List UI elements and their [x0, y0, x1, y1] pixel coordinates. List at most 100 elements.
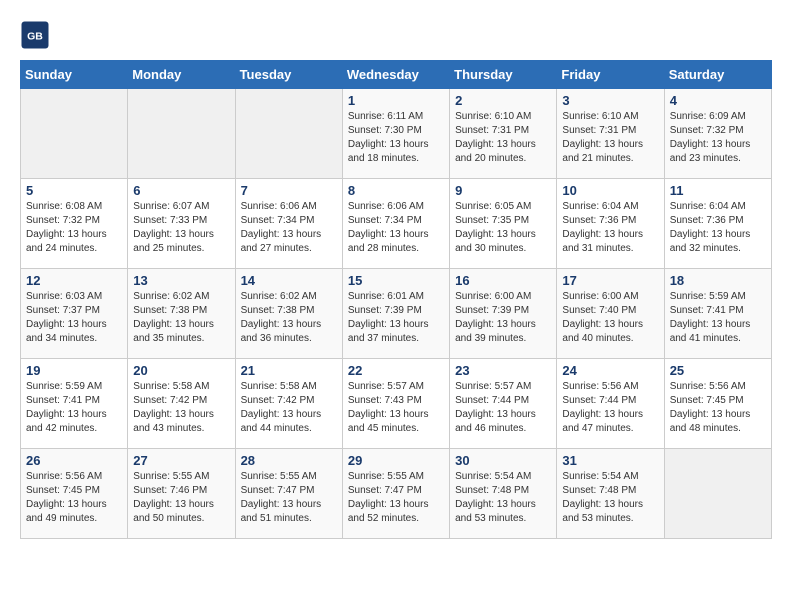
day-number: 8 — [348, 183, 444, 198]
calendar-cell: 29 Sunrise: 5:55 AM Sunset: 7:47 PM Dayli… — [342, 449, 449, 539]
day-number: 18 — [670, 273, 766, 288]
day-info: Sunrise: 5:57 AM Sunset: 7:43 PM Dayligh… — [348, 380, 444, 436]
day-number: 7 — [241, 183, 337, 198]
day-number: 4 — [670, 93, 766, 108]
day-number: 5 — [26, 183, 122, 198]
calendar-week-row: 12 Sunrise: 6:03 AM Sunset: 7:37 PM Dayli… — [21, 269, 772, 359]
day-info: Sunrise: 5:55 AM Sunset: 7:47 PM Dayligh… — [241, 470, 337, 526]
weekday-header: Friday — [557, 61, 664, 89]
day-number: 20 — [133, 363, 229, 378]
day-info: Sunrise: 6:10 AM Sunset: 7:31 PM Dayligh… — [562, 110, 658, 166]
page-header: GB — [20, 20, 772, 50]
calendar-cell: 13 Sunrise: 6:02 AM Sunset: 7:38 PM Dayli… — [128, 269, 235, 359]
calendar-cell: 10 Sunrise: 6:04 AM Sunset: 7:36 PM Dayli… — [557, 179, 664, 269]
calendar-cell: 22 Sunrise: 5:57 AM Sunset: 7:43 PM Dayli… — [342, 359, 449, 449]
day-number: 17 — [562, 273, 658, 288]
day-info: Sunrise: 6:05 AM Sunset: 7:35 PM Dayligh… — [455, 200, 551, 256]
day-number: 31 — [562, 453, 658, 468]
calendar-cell: 7 Sunrise: 6:06 AM Sunset: 7:34 PM Daylig… — [235, 179, 342, 269]
day-number: 26 — [26, 453, 122, 468]
day-info: Sunrise: 6:04 AM Sunset: 7:36 PM Dayligh… — [670, 200, 766, 256]
calendar-cell: 25 Sunrise: 5:56 AM Sunset: 7:45 PM Dayli… — [664, 359, 771, 449]
day-number: 21 — [241, 363, 337, 378]
calendar-cell — [235, 89, 342, 179]
day-info: Sunrise: 6:01 AM Sunset: 7:39 PM Dayligh… — [348, 290, 444, 346]
day-number: 6 — [133, 183, 229, 198]
calendar-cell: 24 Sunrise: 5:56 AM Sunset: 7:44 PM Dayli… — [557, 359, 664, 449]
logo-icon: GB — [20, 20, 50, 50]
day-info: Sunrise: 6:04 AM Sunset: 7:36 PM Dayligh… — [562, 200, 658, 256]
day-info: Sunrise: 5:54 AM Sunset: 7:48 PM Dayligh… — [455, 470, 551, 526]
day-info: Sunrise: 5:58 AM Sunset: 7:42 PM Dayligh… — [241, 380, 337, 436]
weekday-header: Thursday — [450, 61, 557, 89]
calendar-cell: 6 Sunrise: 6:07 AM Sunset: 7:33 PM Daylig… — [128, 179, 235, 269]
day-number: 13 — [133, 273, 229, 288]
day-number: 23 — [455, 363, 551, 378]
day-number: 14 — [241, 273, 337, 288]
day-number: 11 — [670, 183, 766, 198]
calendar-week-row: 26 Sunrise: 5:56 AM Sunset: 7:45 PM Dayli… — [21, 449, 772, 539]
calendar-cell: 31 Sunrise: 5:54 AM Sunset: 7:48 PM Dayli… — [557, 449, 664, 539]
day-info: Sunrise: 5:56 AM Sunset: 7:44 PM Dayligh… — [562, 380, 658, 436]
calendar-cell: 23 Sunrise: 5:57 AM Sunset: 7:44 PM Dayli… — [450, 359, 557, 449]
day-number: 16 — [455, 273, 551, 288]
day-number: 2 — [455, 93, 551, 108]
calendar-header-row: SundayMondayTuesdayWednesdayThursdayFrid… — [21, 61, 772, 89]
day-info: Sunrise: 5:56 AM Sunset: 7:45 PM Dayligh… — [26, 470, 122, 526]
calendar-cell — [21, 89, 128, 179]
day-number: 15 — [348, 273, 444, 288]
calendar-week-row: 19Sunrise: 5:59 AM Sunset: 7:41 PM Dayli… — [21, 359, 772, 449]
calendar-cell: 3Sunrise: 6:10 AM Sunset: 7:31 PM Daylig… — [557, 89, 664, 179]
day-info: Sunrise: 6:03 AM Sunset: 7:37 PM Dayligh… — [26, 290, 122, 346]
day-number: 30 — [455, 453, 551, 468]
day-info: Sunrise: 6:02 AM Sunset: 7:38 PM Dayligh… — [241, 290, 337, 346]
day-number: 28 — [241, 453, 337, 468]
day-number: 27 — [133, 453, 229, 468]
weekday-header: Saturday — [664, 61, 771, 89]
day-number: 9 — [455, 183, 551, 198]
calendar-cell: 11 Sunrise: 6:04 AM Sunset: 7:36 PM Dayli… — [664, 179, 771, 269]
day-number: 10 — [562, 183, 658, 198]
day-info: Sunrise: 5:55 AM Sunset: 7:47 PM Dayligh… — [348, 470, 444, 526]
day-info: Sunrise: 6:02 AM Sunset: 7:38 PM Dayligh… — [133, 290, 229, 346]
calendar-cell: 8 Sunrise: 6:06 AM Sunset: 7:34 PM Daylig… — [342, 179, 449, 269]
day-number: 22 — [348, 363, 444, 378]
day-info: Sunrise: 5:58 AM Sunset: 7:42 PM Dayligh… — [133, 380, 229, 436]
weekday-header: Monday — [128, 61, 235, 89]
day-info: Sunrise: 6:06 AM Sunset: 7:34 PM Dayligh… — [241, 200, 337, 256]
calendar-week-row: 5Sunrise: 6:08 AM Sunset: 7:32 PM Daylig… — [21, 179, 772, 269]
day-number: 1 — [348, 93, 444, 108]
calendar-table: SundayMondayTuesdayWednesdayThursdayFrid… — [20, 60, 772, 539]
weekday-header: Wednesday — [342, 61, 449, 89]
calendar-cell — [128, 89, 235, 179]
day-number: 29 — [348, 453, 444, 468]
day-info: Sunrise: 5:57 AM Sunset: 7:44 PM Dayligh… — [455, 380, 551, 436]
svg-text:GB: GB — [27, 31, 43, 43]
calendar-cell: 30 Sunrise: 5:54 AM Sunset: 7:48 PM Dayli… — [450, 449, 557, 539]
day-info: Sunrise: 6:07 AM Sunset: 7:33 PM Dayligh… — [133, 200, 229, 256]
calendar-cell: 2 Sunrise: 6:10 AM Sunset: 7:31 PM Daylig… — [450, 89, 557, 179]
calendar-cell: 26 Sunrise: 5:56 AM Sunset: 7:45 PM Dayli… — [21, 449, 128, 539]
day-info: Sunrise: 5:56 AM Sunset: 7:45 PM Dayligh… — [670, 380, 766, 436]
day-info: Sunrise: 6:06 AM Sunset: 7:34 PM Dayligh… — [348, 200, 444, 256]
calendar-cell: 16 Sunrise: 6:00 AM Sunset: 7:39 PM Dayli… — [450, 269, 557, 359]
day-number: 24 — [562, 363, 658, 378]
day-info: Sunrise: 5:54 AM Sunset: 7:48 PM Dayligh… — [562, 470, 658, 526]
day-info: Sunrise: 6:00 AM Sunset: 7:39 PM Dayligh… — [455, 290, 551, 346]
calendar-cell: 4 Sunrise: 6:09 AM Sunset: 7:32 PM Daylig… — [664, 89, 771, 179]
calendar-cell: 12 Sunrise: 6:03 AM Sunset: 7:37 PM Dayli… — [21, 269, 128, 359]
day-info: Sunrise: 6:11 AM Sunset: 7:30 PM Dayligh… — [348, 110, 444, 166]
day-number: 25 — [670, 363, 766, 378]
calendar-cell: 18Sunrise: 5:59 AM Sunset: 7:41 PM Dayli… — [664, 269, 771, 359]
day-info: Sunrise: 6:10 AM Sunset: 7:31 PM Dayligh… — [455, 110, 551, 166]
calendar-week-row: 1 Sunrise: 6:11 AM Sunset: 7:30 PM Daylig… — [21, 89, 772, 179]
day-number: 12 — [26, 273, 122, 288]
day-info: Sunrise: 6:09 AM Sunset: 7:32 PM Dayligh… — [670, 110, 766, 166]
calendar-cell: 28 Sunrise: 5:55 AM Sunset: 7:47 PM Dayli… — [235, 449, 342, 539]
day-info: Sunrise: 5:55 AM Sunset: 7:46 PM Dayligh… — [133, 470, 229, 526]
weekday-header: Sunday — [21, 61, 128, 89]
calendar-cell: 15 Sunrise: 6:01 AM Sunset: 7:39 PM Dayli… — [342, 269, 449, 359]
calendar-cell: 20 Sunrise: 5:58 AM Sunset: 7:42 PM Dayli… — [128, 359, 235, 449]
calendar-cell: 5Sunrise: 6:08 AM Sunset: 7:32 PM Daylig… — [21, 179, 128, 269]
calendar-cell: 21 Sunrise: 5:58 AM Sunset: 7:42 PM Dayli… — [235, 359, 342, 449]
